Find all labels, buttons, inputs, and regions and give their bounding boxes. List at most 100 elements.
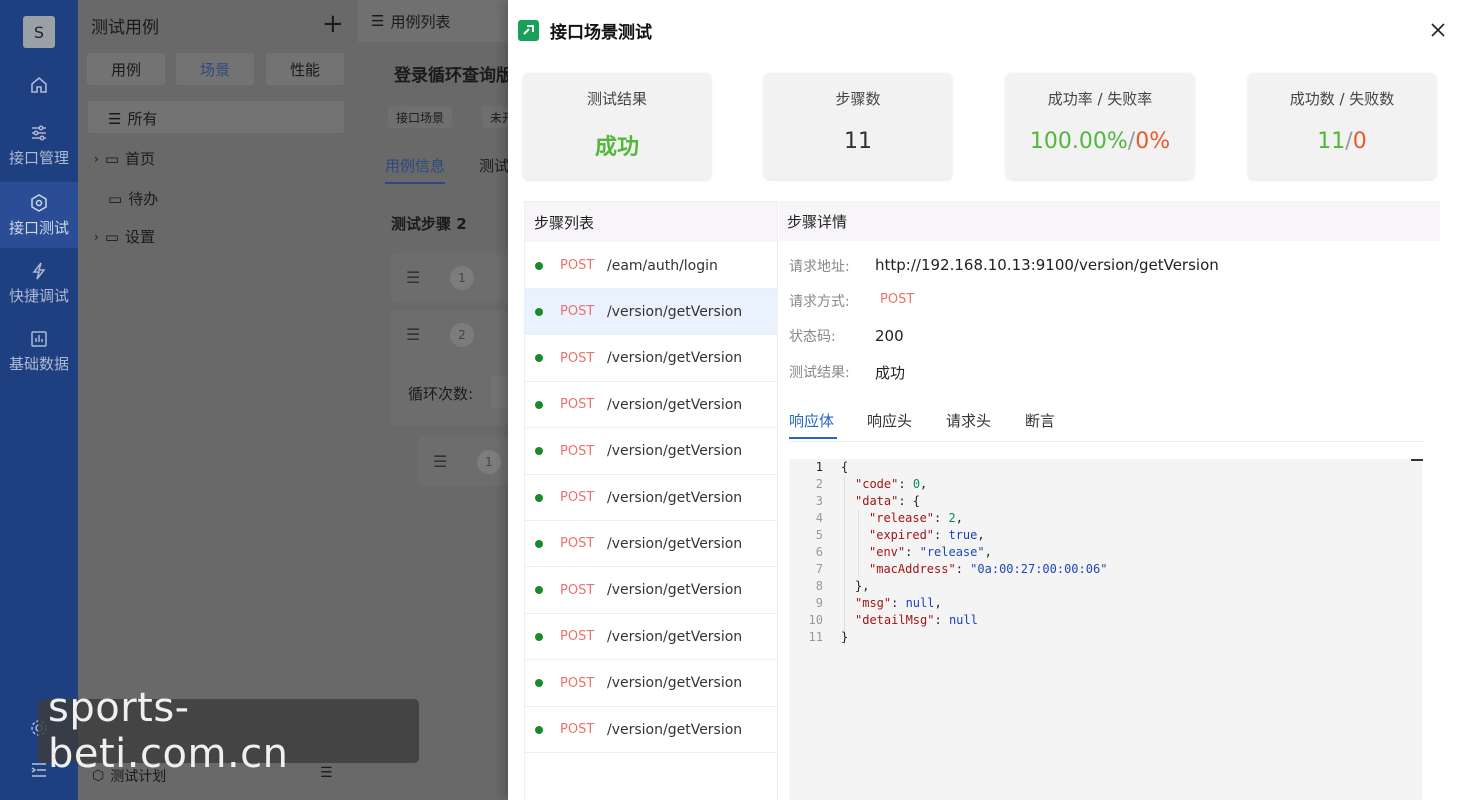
- success-dot-icon: [535, 400, 543, 409]
- drawer-title: 接口场景测试: [550, 23, 652, 43]
- code-text: },: [855, 579, 870, 593]
- separator: /: [1345, 129, 1353, 154]
- chevron-right-icon[interactable]: ›: [94, 152, 99, 166]
- nav-label: 接口管理: [8, 148, 69, 167]
- json-value: true: [948, 528, 978, 542]
- add-icon[interactable]: +: [322, 11, 344, 37]
- step-method: POST: [560, 722, 595, 737]
- step-list-item[interactable]: POST/version/getVersion: [525, 568, 777, 614]
- stat-label: 步骤数: [835, 90, 881, 108]
- success-dot-icon: [535, 586, 543, 595]
- step-list-item[interactable]: POST/version/getVersion: [525, 429, 777, 475]
- home-nav[interactable]: [0, 62, 78, 108]
- step-path: /eam/auth/login: [607, 257, 718, 274]
- json-value: null: [905, 596, 935, 610]
- tab-assertions[interactable]: 断言: [1025, 410, 1055, 431]
- code-line: 1{: [789, 459, 1389, 476]
- code-line: 9 "msg": null,: [789, 595, 1389, 612]
- step-list-item[interactable]: POST/version/getVersion: [525, 707, 777, 753]
- tree-item-all[interactable]: ☰ 所有: [108, 108, 157, 129]
- avatar[interactable]: S: [23, 16, 55, 48]
- tab-response-headers[interactable]: 响应头: [867, 410, 912, 431]
- step-list-item[interactable]: POST/version/getVersion: [525, 614, 777, 661]
- step-list-item[interactable]: POST/version/getVersion: [525, 661, 777, 707]
- success-dot-icon: [535, 307, 543, 316]
- line-number: 10: [808, 613, 823, 627]
- step-path: /version/getVersion: [607, 675, 743, 692]
- line-number: 3: [815, 494, 823, 508]
- step-path: /version/getVersion: [607, 350, 743, 367]
- tree-item-todo[interactable]: ▭ 待办: [108, 188, 158, 209]
- step-path: /version/getVersion: [607, 396, 743, 413]
- segment-cases[interactable]: 用例: [87, 53, 165, 85]
- tree-item-settings[interactable]: › ▭ 设置: [94, 226, 155, 247]
- step-method: POST: [560, 397, 595, 413]
- line-number: 11: [808, 630, 823, 644]
- code-text: "release": 2,: [869, 511, 963, 525]
- case-main: ☰ 用例列表 登录循环查询版 接口场景 未开 用例信息 测试 测试步骤 2 ☰ …: [358, 0, 523, 800]
- tab-case-info[interactable]: 用例信息: [385, 155, 446, 184]
- step-list-item[interactable]: POST/version/getVersion: [525, 382, 777, 429]
- close-icon[interactable]: [1428, 20, 1448, 40]
- line-number: 1: [815, 460, 823, 474]
- loop-count-input[interactable]: [491, 376, 508, 408]
- tree-item-home[interactable]: › ▭ 首页: [94, 148, 155, 169]
- step-path: /version/getVersion: [607, 489, 743, 506]
- fail-count: 0: [1352, 129, 1367, 154]
- step-method: POST: [560, 629, 595, 645]
- code-text: }: [841, 630, 849, 644]
- home-icon: [31, 76, 47, 93]
- step-list-item[interactable]: POST/version/getVersion: [525, 521, 777, 568]
- step-method: POST: [560, 350, 595, 366]
- drag-handle-icon[interactable]: ☰: [433, 452, 447, 471]
- code-line: 6 "env": "release",: [789, 544, 1389, 561]
- code-line: 3 "data": {: [789, 493, 1389, 510]
- stat-value: 11: [844, 129, 872, 154]
- tab-response-body[interactable]: 响应体: [789, 410, 834, 431]
- minimize-icon[interactable]: [1411, 459, 1423, 461]
- lightning-icon: [32, 262, 46, 279]
- code-line: 8},: [789, 578, 1389, 595]
- segment-performance[interactable]: 性能: [266, 53, 344, 85]
- step-path: /version/getVersion: [607, 628, 743, 645]
- step-list-item[interactable]: POST/version/getVersion: [525, 336, 777, 382]
- code-text: "code": 0,: [855, 477, 928, 491]
- drag-handle-icon[interactable]: ☰: [406, 325, 420, 344]
- fail-rate: 0%: [1135, 129, 1171, 154]
- stat-label: 测试结果: [586, 90, 647, 108]
- tab-request-headers[interactable]: 请求头: [946, 410, 991, 431]
- method-label: 请求方式:: [789, 294, 850, 310]
- response-body-editor[interactable]: 1{2 "code": 0, 3 "data": {4 "release": 2, 5 "e…: [789, 459, 1423, 800]
- stat-value: 100.00%/0%: [1006, 129, 1194, 154]
- line-number: 2: [815, 477, 823, 491]
- step-detail-panel: 步骤详情 请求地址: http://192.168.10.13:9100/ver…: [779, 201, 1440, 800]
- step-method: POST: [560, 304, 595, 320]
- collapse-menu-icon[interactable]: [29, 760, 49, 780]
- nav-api-management[interactable]: 接口管理: [0, 112, 78, 178]
- tab-test[interactable]: 测试: [479, 155, 509, 176]
- steps-list-header: 步骤列表: [525, 202, 777, 242]
- step-path: /version/getVersion: [607, 535, 743, 552]
- step-list-item[interactable]: POST/version/getVersion: [525, 289, 777, 336]
- sliders-icon: [32, 124, 46, 141]
- step-path: /version/getVersion: [607, 721, 743, 738]
- line-number: 5: [815, 528, 823, 542]
- hexagon-gear-icon: [31, 193, 47, 212]
- step-list-item[interactable]: POST/version/getVersion: [525, 475, 777, 521]
- line-number: 7: [815, 562, 823, 576]
- step-list-item[interactable]: POST/eam/auth/login: [525, 243, 777, 289]
- segment-scenes[interactable]: 场景: [176, 53, 254, 85]
- nav-api-test[interactable]: 接口测试: [0, 182, 78, 248]
- chevron-right-icon[interactable]: ›: [94, 230, 99, 244]
- drag-handle-icon[interactable]: ☰: [406, 268, 420, 287]
- active-tab-indicator: [789, 437, 837, 439]
- list-icon: ☰: [108, 109, 122, 128]
- line-number: 9: [815, 596, 823, 610]
- success-dot-icon: [535, 354, 543, 363]
- case-list-label[interactable]: 用例列表: [390, 11, 450, 32]
- nav-quick-debug[interactable]: 快捷调试: [0, 250, 78, 316]
- success-dot-icon: [535, 447, 543, 456]
- nav-base-data[interactable]: 基础数据: [0, 318, 78, 384]
- step-path: /version/getVersion: [607, 582, 743, 599]
- scene-test-drawer: 接口场景测试 测试结果 成功 步骤数 11 成功率 / 失败率 100.00%/…: [508, 0, 1460, 800]
